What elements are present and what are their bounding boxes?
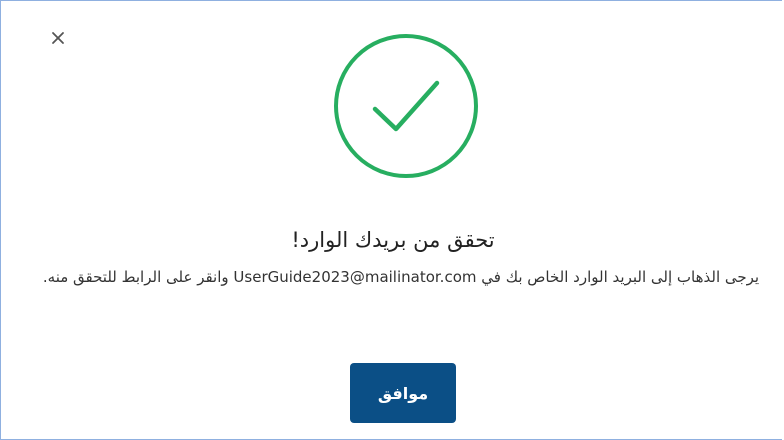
close-icon	[52, 32, 64, 44]
verification-dialog: تحقق من بريدك الوارد! يرجى الذهاب إلى ال…	[0, 0, 782, 440]
dialog-message: يرجى الذهاب إلى البريد الوارد الخاص بك ف…	[31, 261, 771, 294]
check-circle-icon	[334, 34, 478, 178]
dialog-title: تحقق من بريدك الوارد!	[291, 228, 495, 252]
close-button[interactable]	[47, 27, 69, 49]
message-text-start: يرجى الذهاب إلى البريد الوارد الخاص بك ف…	[476, 268, 760, 286]
email-address: UserGuide2023@mailinator.com	[233, 268, 477, 286]
ok-button[interactable]: موافق	[350, 363, 456, 423]
message-text-end: وانقر على الرابط للتحقق منه.	[42, 268, 234, 286]
